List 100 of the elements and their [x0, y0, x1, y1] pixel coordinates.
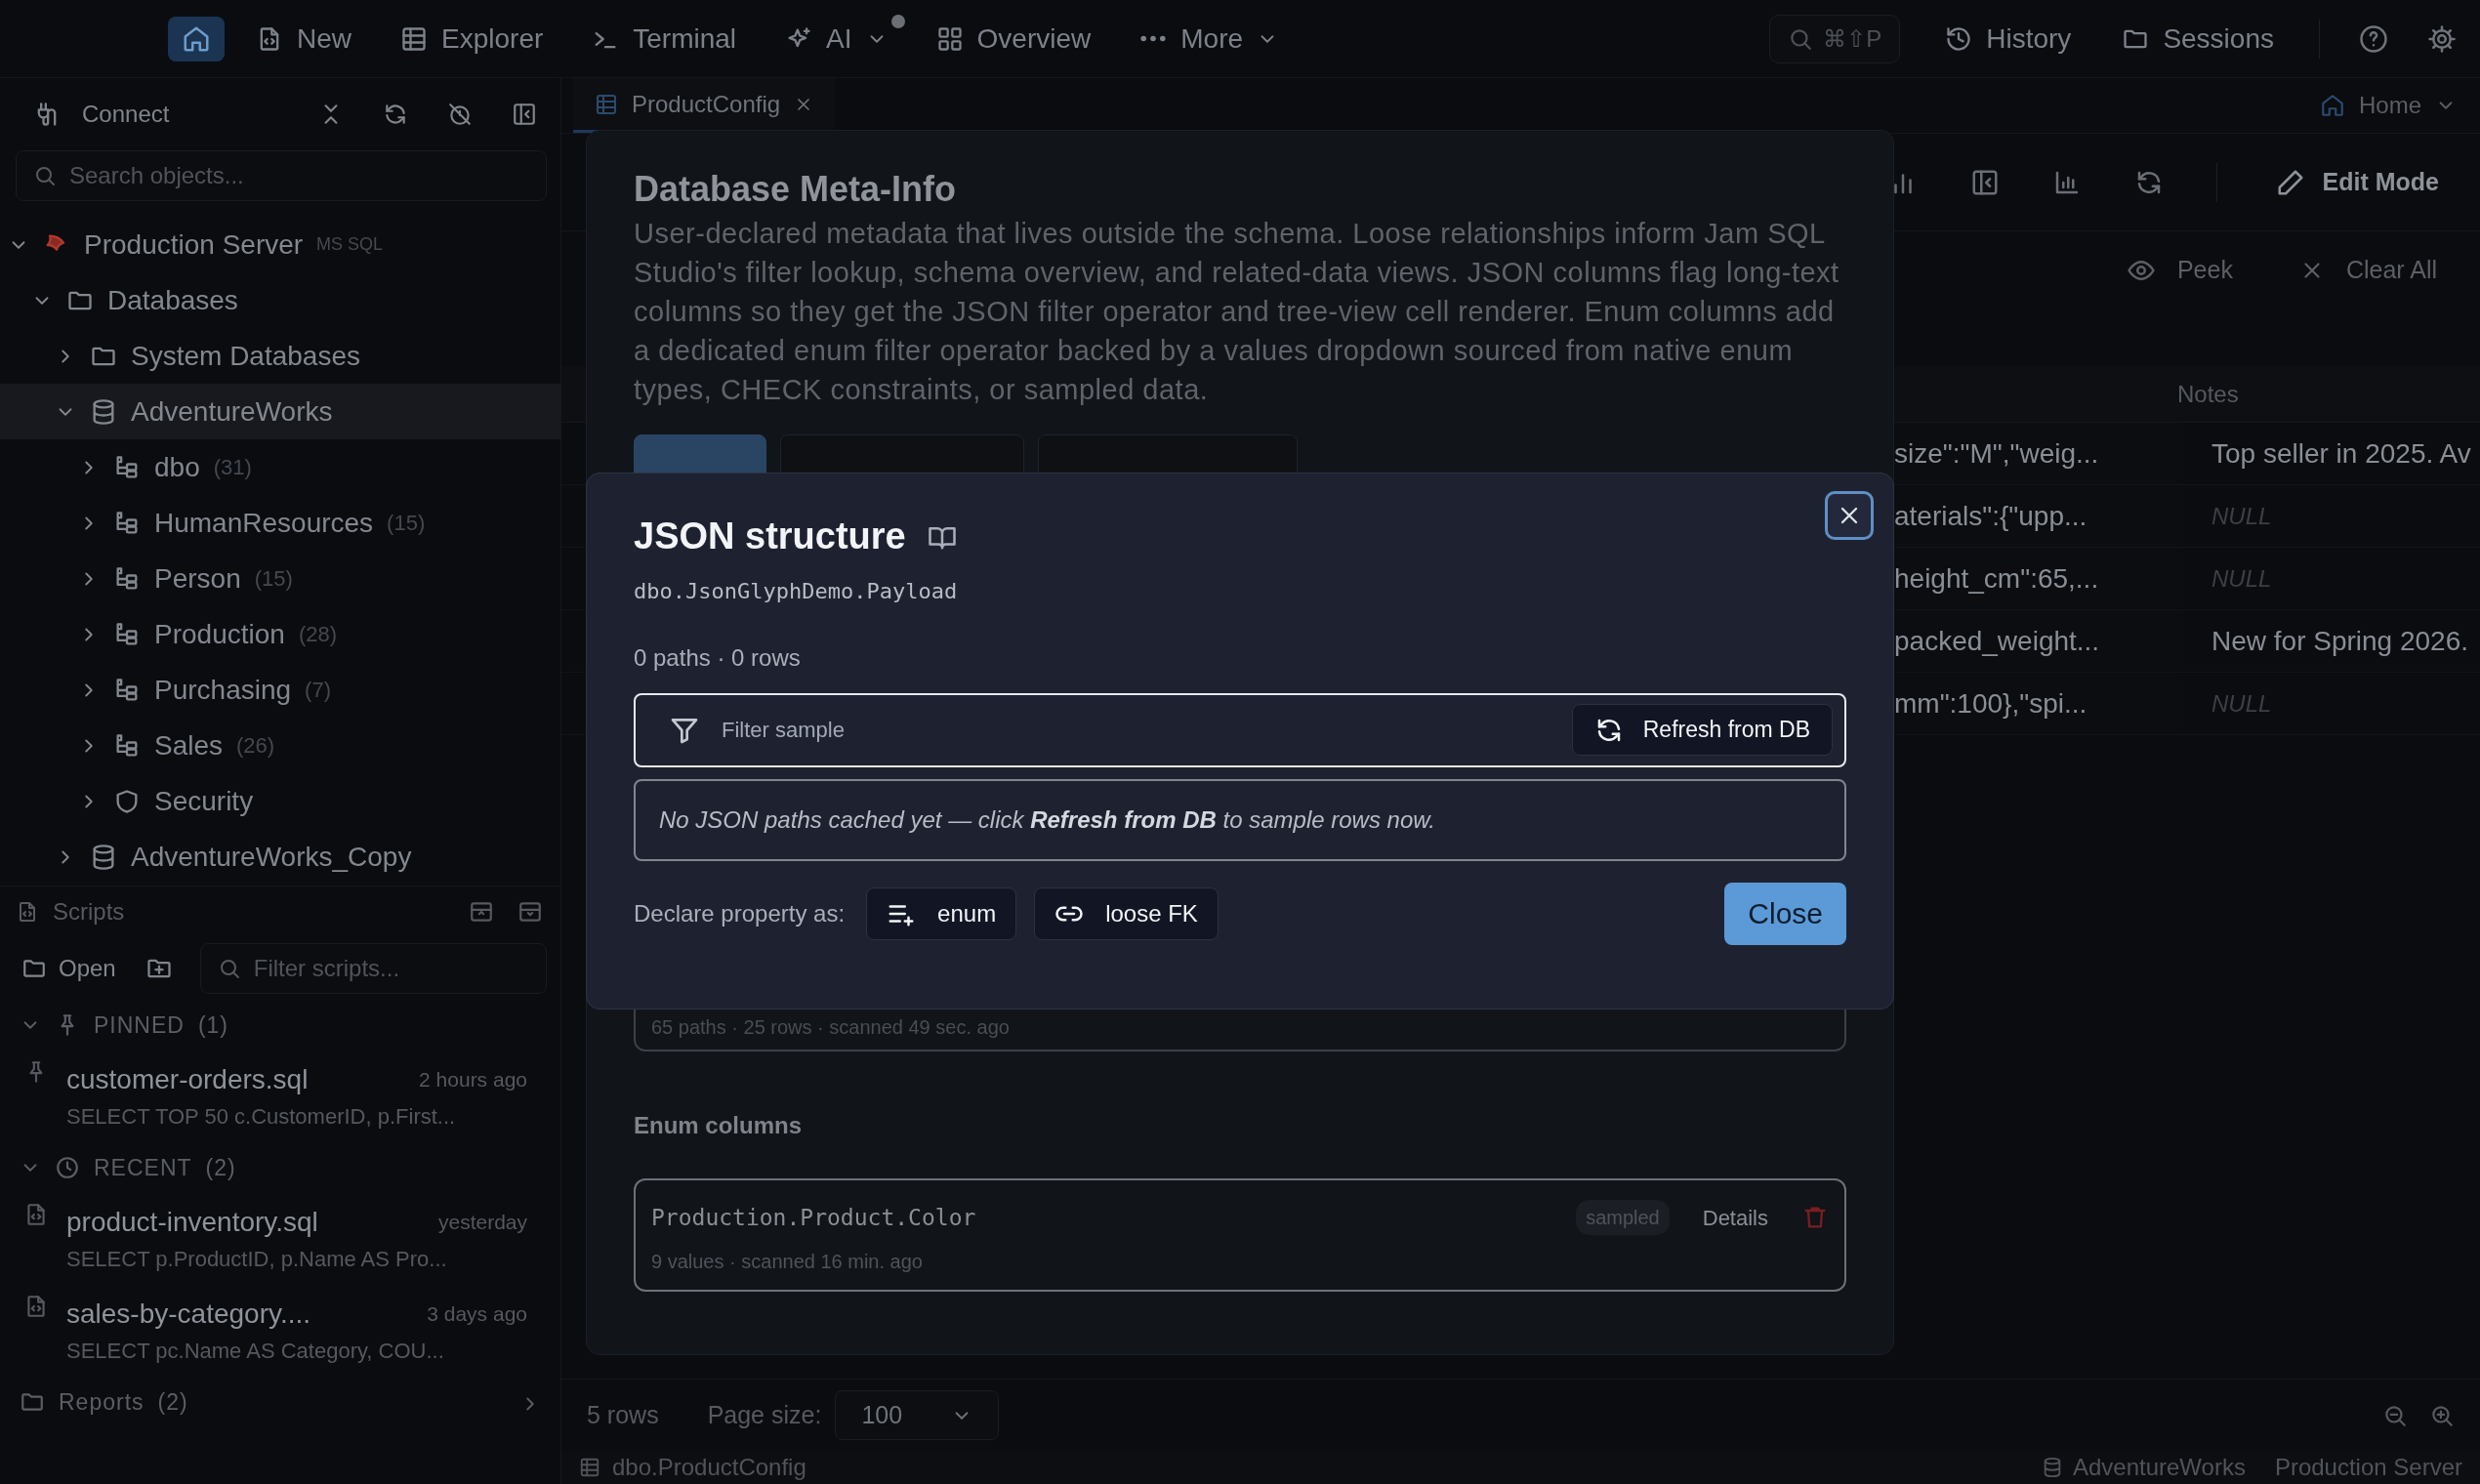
edit-mode-button[interactable]: Edit Mode	[2269, 162, 2445, 202]
table-icon	[579, 1457, 600, 1478]
group-header[interactable]: PINNED (1)	[0, 1000, 560, 1051]
count-label: (28)	[298, 621, 337, 648]
table-icon	[400, 24, 428, 53]
home-dropdown[interactable]: Home	[2295, 78, 2480, 133]
open-button[interactable]: Open	[20, 947, 118, 990]
tree-item[interactable]: dbo (31)	[0, 439, 560, 495]
tree-label: dbo	[154, 450, 200, 484]
tree-label: Person	[154, 561, 241, 596]
tree-label: AdventureWorks	[131, 394, 333, 429]
settings-icon[interactable]	[2427, 23, 2457, 54]
close-button[interactable]: Close	[1724, 882, 1846, 945]
nav-button[interactable]: New	[238, 10, 369, 67]
timestamp: 3 days ago	[427, 1300, 527, 1327]
nav-button[interactable]: AI	[767, 10, 905, 67]
nav-link[interactable]: Sessions	[2116, 17, 2280, 61]
column-path: dbo.JsonGlyphDemo.Payload	[634, 577, 959, 605]
tree-item[interactable]: Security	[0, 773, 560, 829]
group-header[interactable]: Reports (2)	[0, 1377, 560, 1427]
nav-button[interactable]: Explorer	[383, 10, 561, 67]
server-type-label: MS SQL	[316, 233, 384, 256]
query-preview: SELECT TOP 50 c.CustomerID, p.First...	[66, 1102, 457, 1131]
count-label: (26)	[236, 732, 275, 760]
peek-button[interactable]: Peek	[2120, 251, 2239, 290]
page-size-label: Page size:	[707, 1399, 822, 1430]
section-heading: Enum columns	[634, 1111, 804, 1141]
stats-text: 0 paths · 0 rows	[634, 642, 802, 673]
script-name: product-inventory.sql	[66, 1205, 319, 1239]
count-label: (31)	[213, 454, 252, 481]
panel-title: Connect	[82, 100, 170, 129]
nav-button[interactable]: Overview	[918, 10, 1109, 67]
tree-item[interactable]: System Databases	[0, 328, 560, 384]
collapse-panel-icon[interactable]	[469, 899, 494, 925]
dialog-title: Database Meta-Info	[634, 168, 958, 211]
script-item[interactable]: sales-by-category.... 3 days ago SELECT pc.Name AS Category, COU...	[0, 1285, 560, 1377]
search-field[interactable]: Filter scripts...	[199, 943, 547, 994]
script-item[interactable]: customer-orders.sql 2 hours ago SELECT TOP 50 c.CustomerID, p.First...	[0, 1051, 560, 1142]
group-label: PINNED	[94, 1010, 185, 1040]
clear-all-button[interactable]: Clear All	[2293, 251, 2443, 290]
dialog-title: JSON structure	[634, 515, 906, 558]
search-field[interactable]: Search objects...	[16, 150, 547, 201]
empty-message: No JSON paths cached yet — click Refresh from DB to sample rows now.	[634, 778, 1846, 861]
refresh-button[interactable]: Refresh from DB	[1571, 704, 1833, 756]
count-label: (15)	[254, 565, 293, 593]
table-icon	[595, 92, 618, 116]
count-label: (1)	[197, 1010, 229, 1040]
dots-icon	[1139, 34, 1168, 43]
tree-item[interactable]: Person (15)	[0, 551, 560, 606]
status-text: dbo.ProductConfig	[612, 1453, 806, 1482]
history-icon	[1945, 24, 1973, 53]
row-count: 5 rows	[587, 1399, 659, 1430]
tree-item[interactable]: Databases	[0, 272, 560, 328]
nav-link[interactable]: History	[1939, 17, 2078, 61]
clock-off-icon[interactable]	[447, 102, 473, 127]
tree-item[interactable]: Sales (26)	[0, 718, 560, 773]
count-label: (2)	[205, 1153, 236, 1182]
nav-button[interactable]: More	[1122, 10, 1297, 67]
close-button[interactable]	[1825, 491, 1874, 540]
dialog-description: User-declared metadata that lives outside the schema. Loose relationships inform Jam SQL Studio's filter lookup, schema overview, and related-data views. JSON columns flag long-text columns so they get the JSON filter operator and tree-view cell renderer. Enum columns add a dedicated enum filter operator backed by a values dropdown sourced from native enum types, CHECK constraints, or sampled data.	[634, 217, 1840, 408]
expand-panel-icon[interactable]	[517, 899, 543, 925]
script-item[interactable]: product-inventory.sql yesterday SELECT p.ProductID, p.Name AS Pro...	[0, 1193, 560, 1285]
tree-label: Production	[154, 617, 285, 651]
nav-button[interactable]: Terminal	[574, 10, 755, 67]
tree-label: AdventureWorks_Copy	[131, 840, 412, 874]
enum-info: 9 values · scanned 16 min. ago	[651, 1250, 924, 1275]
group-label: Reports	[59, 1387, 145, 1417]
declare-label: Declare property as:	[634, 898, 846, 928]
table-cell-text: Top seller in 2025. Av	[2211, 436, 2472, 471]
group-header[interactable]: RECENT (2)	[0, 1142, 560, 1193]
search-icon	[33, 164, 57, 187]
help-icon[interactable]	[2359, 23, 2388, 54]
fk-button[interactable]: loose FK	[1034, 886, 1219, 940]
script-name: customer-orders.sql	[66, 1062, 310, 1096]
tree-item[interactable]: Production Server MS SQL	[0, 217, 560, 272]
timestamp: yesterday	[437, 1209, 527, 1235]
enum-button[interactable]: enum	[866, 886, 1017, 940]
column-header: Notes	[2177, 379, 2239, 409]
panel-title: Scripts	[53, 897, 125, 927]
tree-label: Security	[154, 784, 254, 818]
clock-icon	[55, 1155, 80, 1180]
home-button[interactable]	[168, 16, 225, 62]
count-label: (15)	[387, 510, 426, 537]
tree-label: Purchasing	[154, 673, 292, 707]
page-size-select[interactable]: 100	[835, 1389, 1000, 1441]
sidebar-toggle-icon[interactable]	[512, 102, 537, 127]
tree-label: Sales	[154, 728, 224, 763]
timestamp: 2 hours ago	[419, 1066, 527, 1092]
tree-item[interactable]: HumanResources (15)	[0, 495, 560, 551]
scan-summary: 65 paths · 25 rows · scanned 49 sec. ago	[651, 1015, 1010, 1041]
grid-icon	[935, 24, 964, 53]
details-button[interactable]: Details	[1688, 1201, 1782, 1234]
refresh-icon[interactable]	[383, 102, 408, 127]
tree-item[interactable]: AdventureWorks	[0, 384, 560, 439]
tree-item[interactable]: Production (28)	[0, 606, 560, 662]
query-preview: SELECT pc.Name AS Category, COU...	[66, 1337, 445, 1365]
tree-item[interactable]: Purchasing (7)	[0, 662, 560, 718]
count-label: (2)	[157, 1387, 188, 1417]
filter-field[interactable]: Filter sample Refresh from DB	[634, 692, 1846, 767]
tree-item[interactable]: AdventureWorks_Copy	[0, 829, 560, 885]
